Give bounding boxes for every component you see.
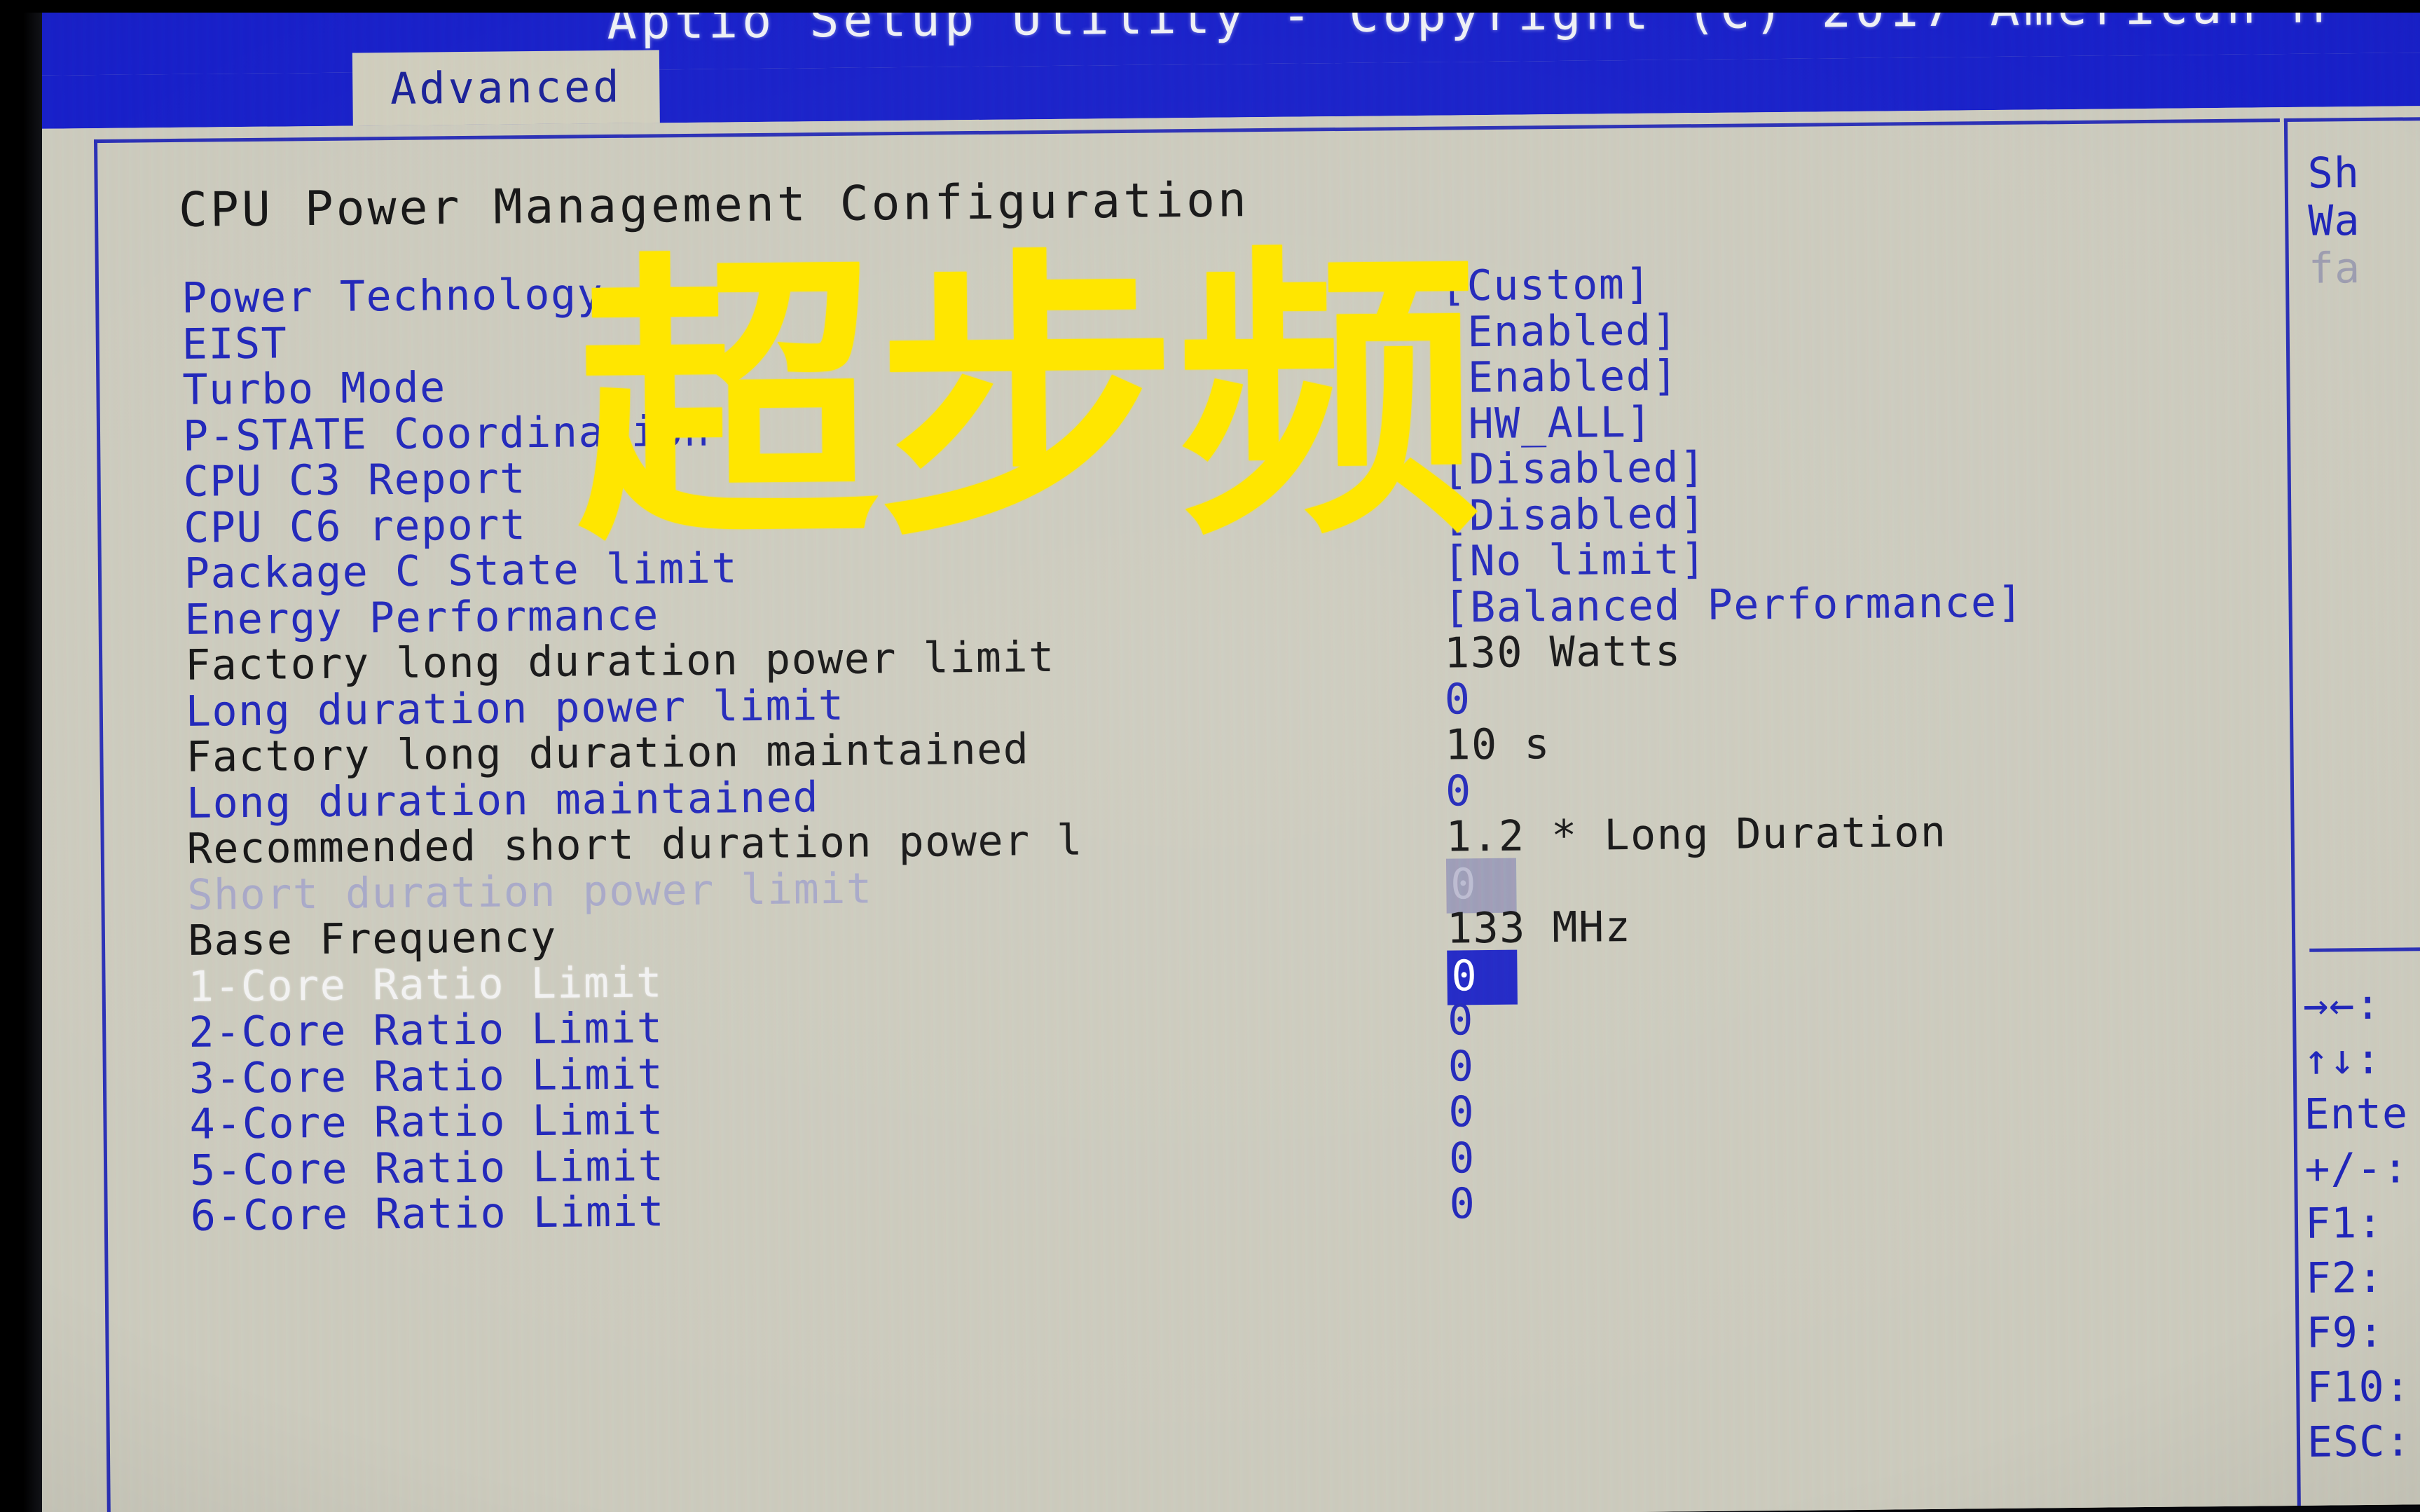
setting-label: CPU C6 report xyxy=(184,500,527,553)
setting-value[interactable]: [Disabled] xyxy=(1442,443,1706,495)
setting-value[interactable]: 0 xyxy=(1445,767,1472,816)
help-line: Sh xyxy=(2307,149,2360,198)
setting-value[interactable]: 0 xyxy=(1448,996,1474,1045)
setting-value[interactable]: 0 xyxy=(1448,1087,1475,1136)
setting-label: 6-Core Ratio Limit xyxy=(190,1187,666,1241)
key-legend-item: Ente xyxy=(2304,1089,2409,1139)
setting-label: 3-Core Ratio Limit xyxy=(188,1049,664,1104)
setting-label: 2-Core Ratio Limit xyxy=(188,1003,664,1057)
setting-label: Turbo Mode xyxy=(182,363,447,415)
setting-label: Energy Performance xyxy=(184,590,660,645)
setting-label: Power Technology xyxy=(181,270,604,323)
setting-label: 5-Core Ratio Limit xyxy=(189,1141,665,1195)
bios-screen: Aptio Setup Utility - Copyright (C) 2017… xyxy=(25,0,2420,1512)
setting-label: CPU C3 Report xyxy=(183,454,527,507)
setting-value[interactable]: 130 Watts xyxy=(1444,626,1682,678)
key-legend-item: +/-: xyxy=(2304,1143,2409,1194)
monitor-bezel-top xyxy=(0,0,2420,13)
key-legend-item: ↑↓: xyxy=(2303,1034,2382,1085)
help-divider xyxy=(2309,945,2420,952)
key-legend-item: ESC: xyxy=(2306,1417,2412,1467)
setting-label: 4-Core Ratio Limit xyxy=(189,1095,665,1149)
help-line: Wa xyxy=(2307,196,2360,246)
key-legend-item: →←: xyxy=(2302,980,2381,1030)
bios-photo: Aptio Setup Utility - Copyright (C) 2017… xyxy=(0,0,2420,1512)
setting-value[interactable]: 0 xyxy=(1449,1134,1476,1183)
setting-label: 1-Core Ratio Limit xyxy=(188,957,664,1012)
help-line: fa xyxy=(2308,244,2361,294)
key-legend-item: F10: xyxy=(2306,1362,2412,1413)
setting-value[interactable]: 0 xyxy=(1448,1042,1474,1091)
setting-value[interactable]: 133 MHz xyxy=(1447,902,1632,954)
setting-value[interactable]: [No limit] xyxy=(1443,535,1707,586)
help-panel: Sh Wa fa →←: ↑↓: Ente +/-: F1: F2: F9: F10: ESC: xyxy=(2283,116,2420,1512)
setting-label: EIST xyxy=(181,318,288,369)
setting-value[interactable]: 10 s xyxy=(1445,720,1551,769)
help-text: Sh Wa fa xyxy=(2307,147,2420,294)
setting-value[interactable]: 0 xyxy=(1449,1179,1476,1228)
key-legend-item: F9: xyxy=(2306,1307,2385,1358)
setting-value[interactable]: 1.2 * Long Duration xyxy=(1445,808,1946,862)
tab-advanced[interactable]: Advanced xyxy=(352,50,660,126)
setting-value[interactable]: [Disabled] xyxy=(1443,489,1707,541)
monitor-bezel-left xyxy=(0,0,42,1512)
key-legend: →←: ↑↓: Ente +/-: F1: F2: F9: F10: ESC: xyxy=(2303,975,2420,1470)
key-legend-item: F1: xyxy=(2304,1198,2384,1249)
key-legend-item: F2: xyxy=(2305,1253,2384,1303)
setting-label: Base Frequency xyxy=(187,912,558,965)
setting-value[interactable]: 0 xyxy=(1444,675,1471,724)
annotation-overlay: 超步频 xyxy=(574,222,1482,582)
